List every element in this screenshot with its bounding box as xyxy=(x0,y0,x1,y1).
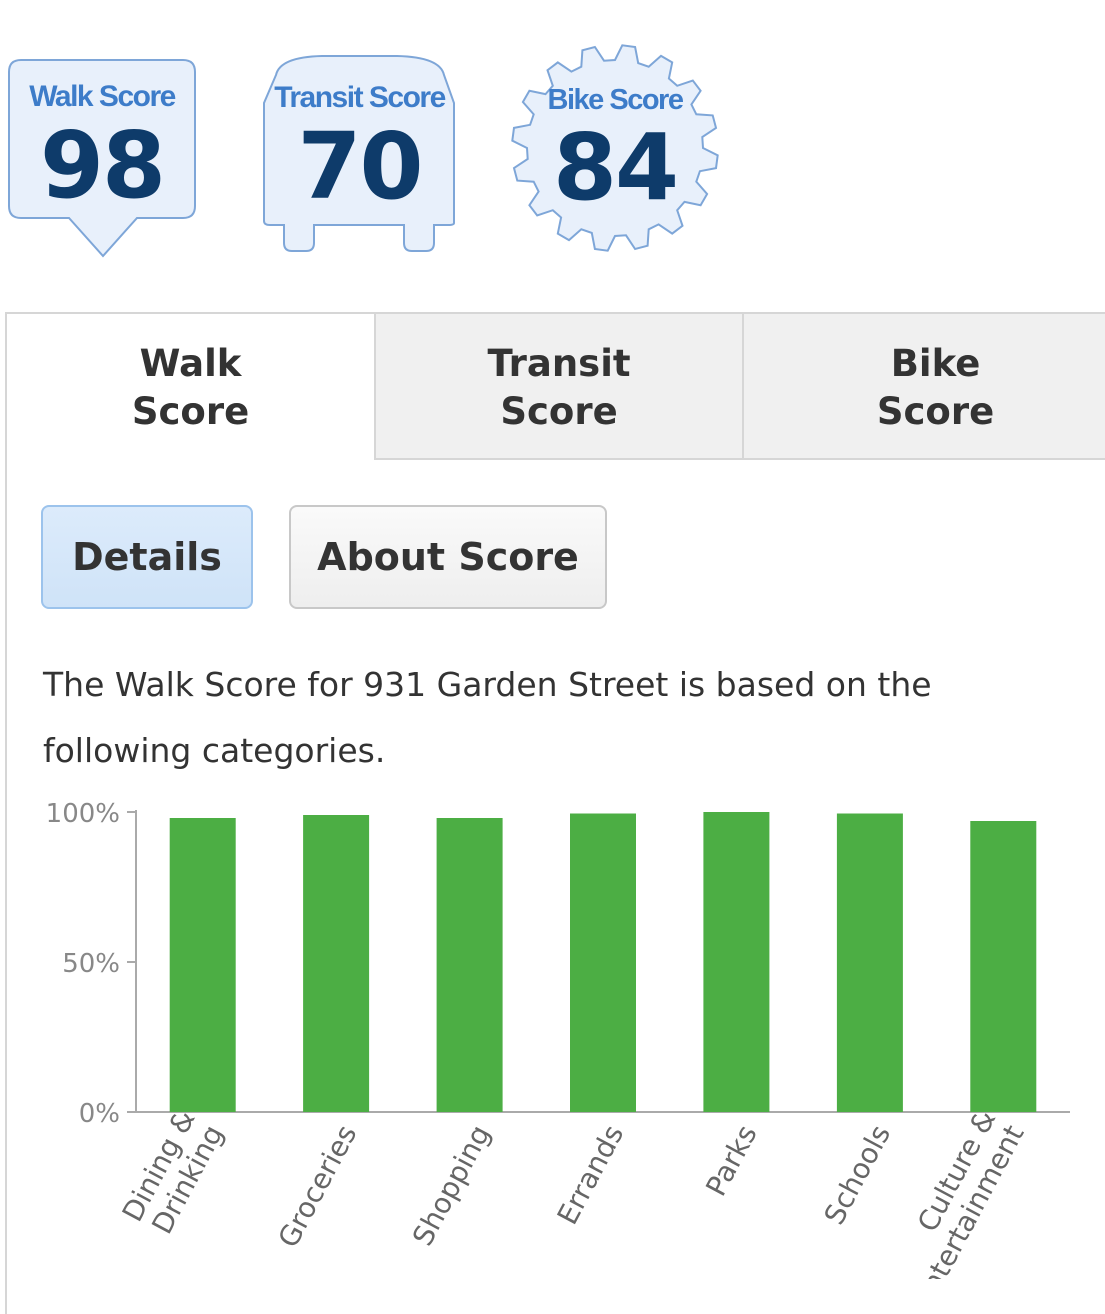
x-tick-label: Culture &Entertainment xyxy=(907,1105,1031,1279)
x-tick-label: Groceries xyxy=(272,1120,364,1253)
bar-5[interactable] xyxy=(703,812,770,1112)
x-tick-label: Schools xyxy=(818,1120,898,1230)
x-tick-label-line: Shopping xyxy=(406,1120,497,1252)
y-tick-label: 100% xyxy=(46,799,120,829)
bar-6[interactable] xyxy=(836,813,903,1113)
x-tick-label: Shopping xyxy=(406,1120,497,1252)
bar-2[interactable] xyxy=(303,815,370,1112)
category-bar-chart: 0% 50% 100% Dining &Drinking Groceries Shoppi… xyxy=(46,799,1070,1279)
x-tick-label-line: Parks xyxy=(699,1120,763,1202)
x-tick-label: Parks xyxy=(699,1120,763,1202)
x-tick-label-line: Groceries xyxy=(272,1120,364,1253)
bar-3[interactable] xyxy=(436,818,503,1112)
y-tick-label: 0% xyxy=(79,1099,120,1129)
x-tick-label: Errands xyxy=(551,1120,631,1230)
x-tick-label: Dining &Drinking xyxy=(116,1105,230,1240)
bar-1[interactable] xyxy=(169,818,236,1112)
bar-4[interactable] xyxy=(570,813,636,1113)
y-tick-label: 50% xyxy=(62,949,120,979)
bar-7[interactable] xyxy=(970,821,1037,1112)
x-tick-label-line: Schools xyxy=(818,1120,898,1230)
x-tick-label-line: Errands xyxy=(551,1120,631,1230)
